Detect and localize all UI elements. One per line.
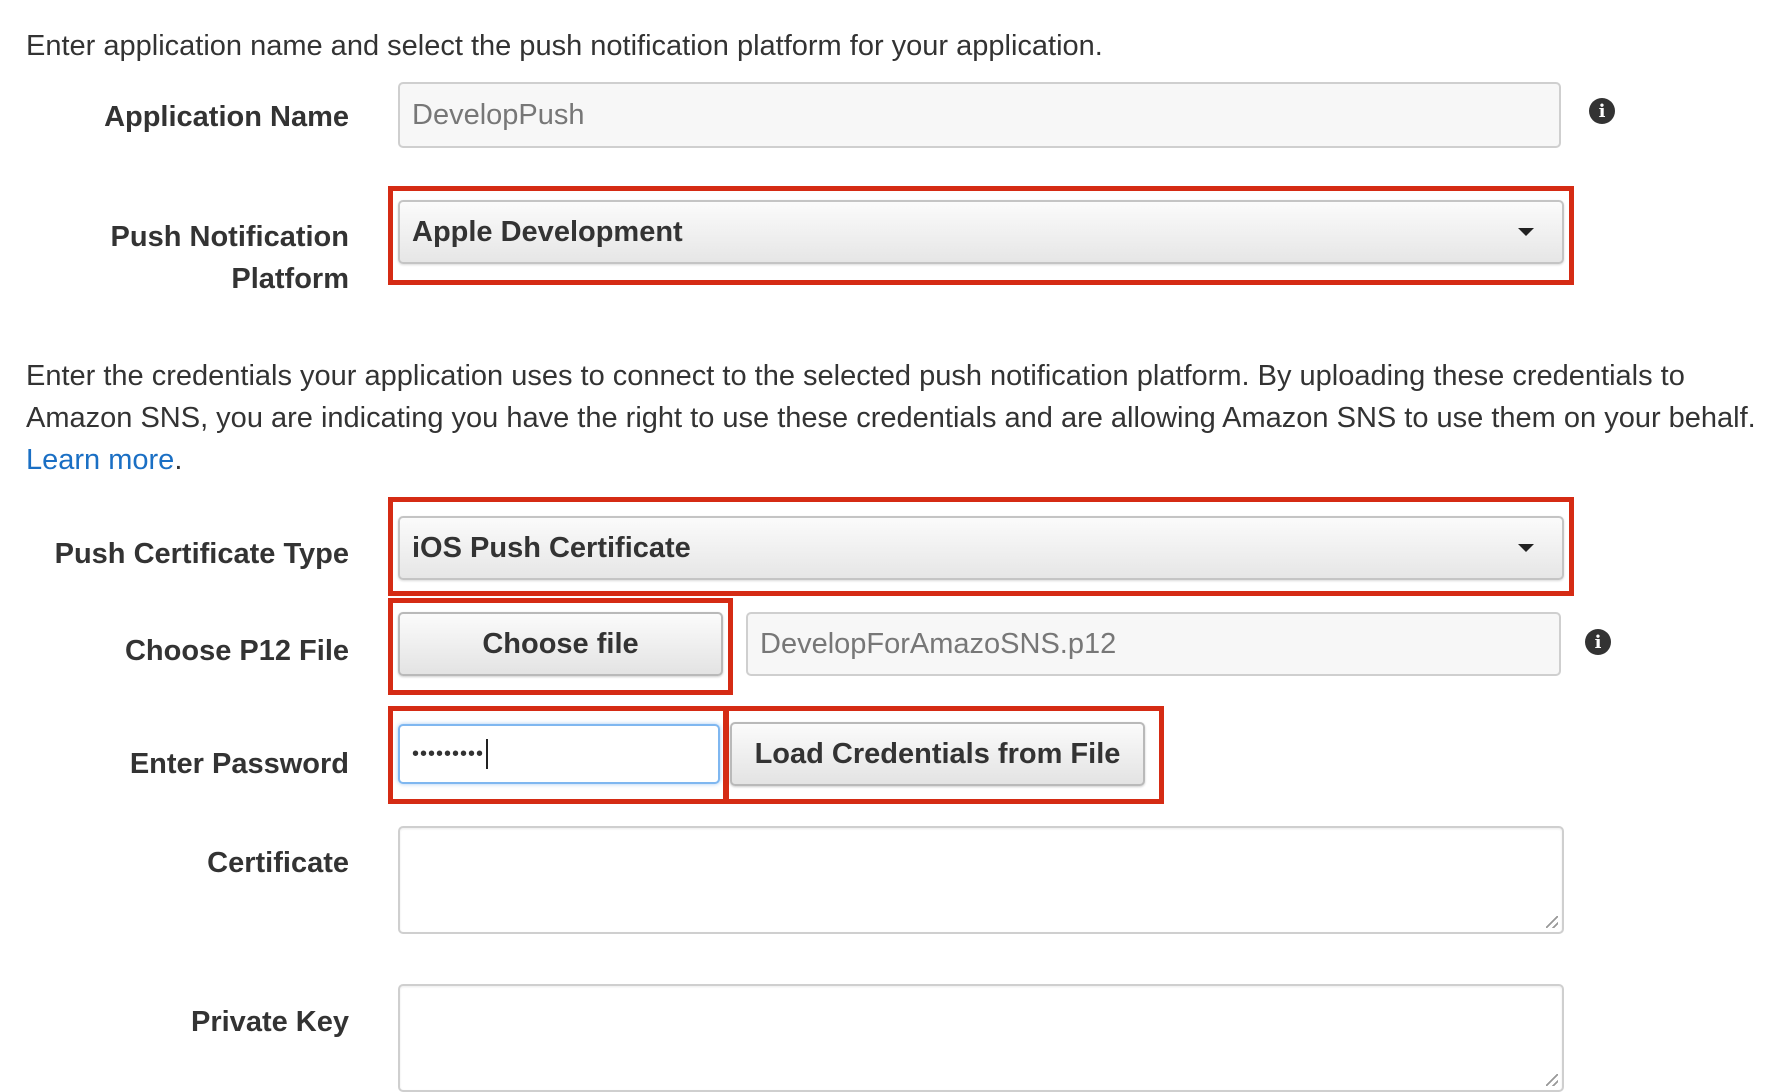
- text-cursor: [486, 739, 489, 769]
- push-platform-select[interactable]: Apple Development: [398, 200, 1564, 264]
- credentials-text-line2: Amazon SNS, you are indicating you have …: [26, 402, 1756, 434]
- password-label: Enter Password: [129, 748, 349, 780]
- p12-filename-field: DevelopForAmazoSNS.p12: [746, 612, 1561, 676]
- password-input[interactable]: •••••••••: [398, 724, 720, 784]
- certificate-textarea[interactable]: [398, 826, 1564, 934]
- push-platform-label-line1: Push Notification: [110, 221, 349, 253]
- chevron-down-icon: [1518, 544, 1534, 552]
- chevron-down-icon: [1518, 228, 1534, 236]
- certificate-label: Certificate: [207, 847, 349, 879]
- cert-type-selected: iOS Push Certificate: [412, 531, 691, 564]
- cert-type-select[interactable]: iOS Push Certificate: [398, 516, 1564, 580]
- intro-text: Enter application name and select the pu…: [26, 30, 1103, 62]
- password-masked-value: •••••••••: [412, 742, 485, 765]
- application-name-input[interactable]: DevelopPush: [398, 82, 1561, 148]
- learn-more-row: Learn more.: [26, 439, 182, 481]
- choose-file-button[interactable]: Choose file: [398, 612, 723, 676]
- p12-label: Choose P12 File: [124, 635, 349, 667]
- cert-type-label: Push Certificate Type: [54, 538, 349, 570]
- info-icon[interactable]: i: [1589, 98, 1615, 124]
- learn-more-link[interactable]: Learn more: [26, 444, 174, 476]
- learn-more-period: .: [174, 444, 183, 476]
- p12-filename: DevelopForAmazoSNS.p12: [760, 627, 1117, 660]
- resize-grip-icon[interactable]: [1546, 916, 1558, 928]
- credentials-text-line1: Enter the credentials your application u…: [26, 360, 1685, 392]
- info-icon[interactable]: i: [1585, 629, 1611, 655]
- application-name-value: DevelopPush: [412, 98, 585, 131]
- private-key-label: Private Key: [191, 1006, 349, 1038]
- push-platform-selected: Apple Development: [412, 215, 683, 248]
- load-credentials-button[interactable]: Load Credentials from File: [730, 722, 1145, 786]
- application-name-label: Application Name: [104, 101, 349, 133]
- push-platform-label-line2: Platform: [231, 263, 349, 295]
